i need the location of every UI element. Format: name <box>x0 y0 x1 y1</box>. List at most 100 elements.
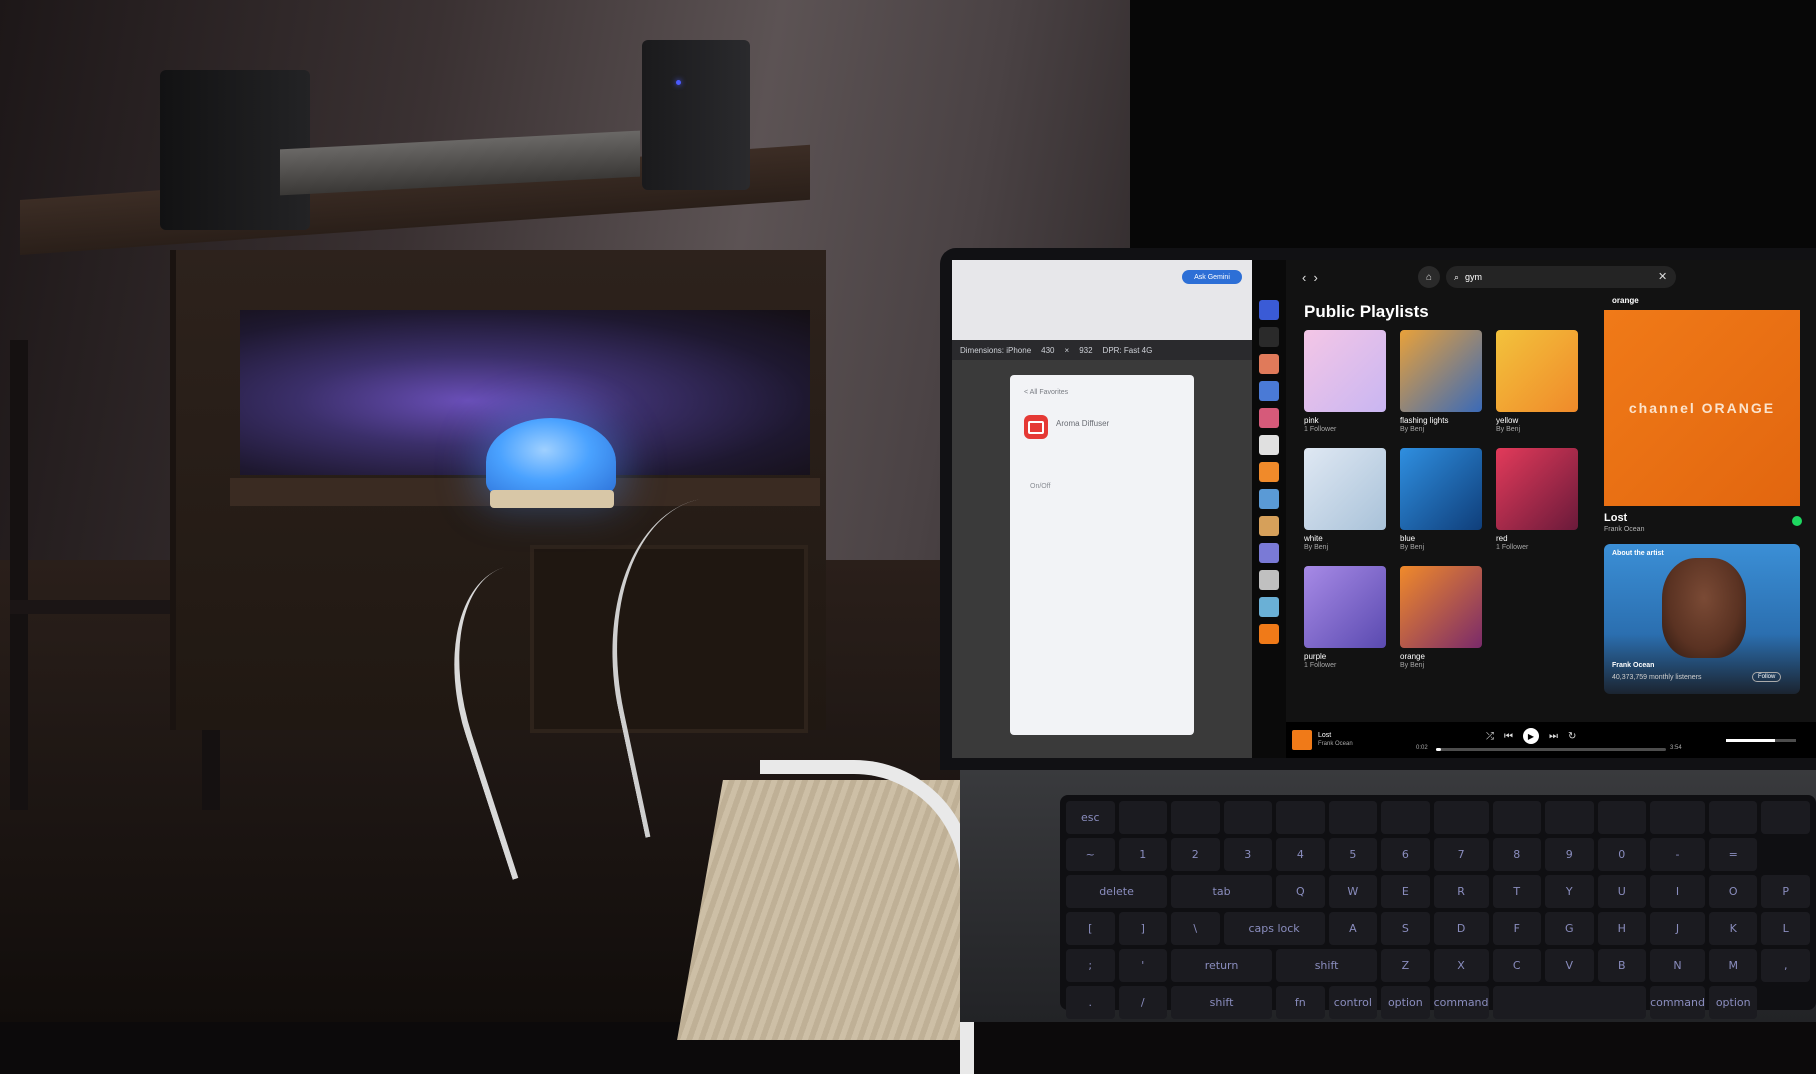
keyboard-key: 3 <box>1223 838 1273 871</box>
playback-controls: ⤮ ⏮ ▶ ⏭ ↻ <box>1486 728 1576 744</box>
volume-slider[interactable] <box>1726 739 1796 742</box>
artist-name: Frank Ocean <box>1612 662 1655 669</box>
track-title[interactable]: Lost <box>1604 512 1627 524</box>
playlist-subtitle: 1 Follower <box>1304 426 1337 433</box>
nav-arrows[interactable]: ‹ › <box>1302 270 1318 285</box>
keyboard-key <box>1118 801 1168 834</box>
library-item-thumb[interactable] <box>1259 381 1279 401</box>
mini-track-artist[interactable]: Frank Ocean <box>1318 741 1353 747</box>
library-item-thumb[interactable] <box>1259 408 1279 428</box>
device-toolbar-item[interactable]: 430 <box>1041 346 1054 355</box>
about-artist-card[interactable]: About the artist Frank Ocean 40,373,759 … <box>1604 544 1800 694</box>
playlist-tile[interactable]: blue By Benj <box>1400 448 1482 551</box>
artist-photo <box>1662 558 1746 658</box>
shuffle-icon[interactable]: ⤮ <box>1486 731 1494 742</box>
play-icon[interactable]: ▶ <box>1523 728 1539 744</box>
back-link[interactable]: < All Favorites <box>1024 389 1068 396</box>
now-playing-panel: orange channel ORANGE Lost Frank Ocean A… <box>1602 296 1816 716</box>
playlist-name: orange <box>1400 652 1425 661</box>
playlist-tile[interactable]: flashing lights By Benj <box>1400 330 1482 433</box>
keyboard-key <box>1276 801 1325 834</box>
keyboard-key: D <box>1433 912 1489 945</box>
follow-button[interactable]: Follow <box>1752 672 1782 682</box>
keyboard-key: / <box>1118 986 1168 1019</box>
keyboard-key: = <box>1708 838 1758 871</box>
playlist-cover <box>1304 448 1386 530</box>
library-item-thumb[interactable] <box>1259 327 1279 347</box>
playlist-cover <box>1400 330 1482 412</box>
library-item-thumb[interactable] <box>1259 543 1279 563</box>
keyboard-key: E <box>1381 875 1430 908</box>
playlist-tile[interactable]: purple 1 Follower <box>1304 566 1386 669</box>
keyboard-key <box>1597 801 1647 834</box>
keyboard-key: shift <box>1171 986 1273 1019</box>
diffuser-app-icon <box>1024 415 1048 439</box>
playlist-name: yellow <box>1496 416 1519 425</box>
album-title: channel ORANGE <box>1628 400 1776 416</box>
track-artist[interactable]: Frank Ocean <box>1604 526 1644 533</box>
playlist-tile[interactable]: red 1 Follower <box>1496 448 1578 551</box>
previous-icon[interactable]: ⏮ <box>1504 731 1513 742</box>
device-toolbar-item[interactable]: Dimensions: iPhone <box>960 346 1031 355</box>
keyboard-key: B <box>1597 949 1647 982</box>
keyboard-key: ~ <box>1066 838 1115 871</box>
spotify-window: ‹ › ⌂ ⌕ gym ✕ Public Playlists pink 1 Fol… <box>1252 260 1816 758</box>
library-item-thumb[interactable] <box>1259 624 1279 644</box>
playlist-name: red <box>1496 534 1508 543</box>
keyboard-key <box>1545 801 1594 834</box>
next-icon[interactable]: ⏭ <box>1549 731 1558 742</box>
keyboard-key: 9 <box>1545 838 1594 871</box>
keyboard-key: ; <box>1066 949 1115 982</box>
library-item-thumb[interactable] <box>1259 516 1279 536</box>
now-playing-header: orange <box>1612 296 1639 305</box>
library-item-thumb[interactable] <box>1259 570 1279 590</box>
keyboard-key <box>1761 801 1810 834</box>
keyboard-key: R <box>1433 875 1489 908</box>
library-item-thumb[interactable] <box>1259 462 1279 482</box>
mini-album-art[interactable] <box>1292 730 1312 750</box>
device-toolbar-item[interactable]: 932 <box>1079 346 1092 355</box>
search-icon: ⌕ <box>1454 271 1460 282</box>
home-icon[interactable]: ⌂ <box>1418 266 1440 288</box>
device-toolbar-item[interactable]: × <box>1065 346 1070 355</box>
library-item-thumb[interactable] <box>1259 300 1279 320</box>
playlist-name: blue <box>1400 534 1416 543</box>
playlist-subtitle: By Benj <box>1304 544 1329 551</box>
keyboard-key <box>1650 801 1705 834</box>
progress-bar[interactable] <box>1436 748 1666 751</box>
keyboard-key <box>1381 801 1430 834</box>
keyboard-key <box>1223 801 1273 834</box>
close-icon[interactable]: ✕ <box>1658 270 1667 283</box>
playlist-cover <box>1304 330 1386 412</box>
playlist-tile[interactable]: white By Benj <box>1304 448 1386 551</box>
keyboard-key: O <box>1708 875 1758 908</box>
device-toolbar-item[interactable]: DPR: Fast 4G <box>1103 346 1153 355</box>
keyboard-key: - <box>1650 838 1705 871</box>
playlist-name: purple <box>1304 652 1327 661</box>
playlist-subtitle: By Benj <box>1496 426 1521 433</box>
keyboard-key: M <box>1708 949 1758 982</box>
on-off-label[interactable]: On/Off <box>1030 483 1051 490</box>
phone-preview: < All Favorites Aroma Diffuser On/Off <box>1010 375 1194 735</box>
playlist-tile[interactable]: yellow By Benj <box>1496 330 1578 433</box>
saved-check-icon[interactable] <box>1792 516 1802 526</box>
search-input[interactable]: ⌕ gym <box>1446 266 1676 288</box>
keyboard-key: caps lock <box>1223 912 1325 945</box>
mini-track-title[interactable]: Lost <box>1318 732 1331 739</box>
keyboard-key <box>1171 801 1220 834</box>
speaker-led <box>676 80 681 85</box>
repeat-icon[interactable]: ↻ <box>1568 731 1576 742</box>
keyboard-key: \ <box>1171 912 1220 945</box>
library-item-thumb[interactable] <box>1259 435 1279 455</box>
library-item-thumb[interactable] <box>1259 597 1279 617</box>
library-item-thumb[interactable] <box>1259 489 1279 509</box>
keyboard-key: 1 <box>1118 838 1168 871</box>
playlist-tile[interactable]: orange By Benj <box>1400 566 1482 669</box>
ask-gemini-button[interactable]: Ask Gemini <box>1182 270 1242 284</box>
library-item-thumb[interactable] <box>1259 354 1279 374</box>
keyboard-key: Q <box>1276 875 1325 908</box>
keyboard-key: N <box>1650 949 1705 982</box>
playlist-tile[interactable]: pink 1 Follower <box>1304 330 1386 433</box>
elapsed-time: 0:02 <box>1416 745 1428 751</box>
keyboard-key: option <box>1381 986 1430 1019</box>
